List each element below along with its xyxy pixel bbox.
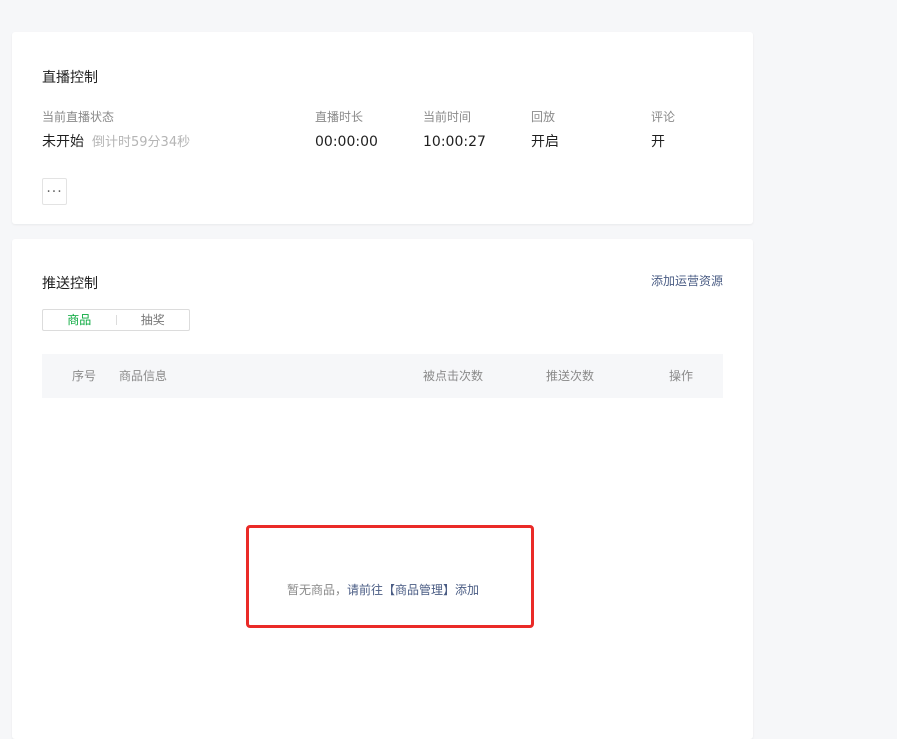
tab-lottery[interactable]: 抽奖 — [117, 310, 190, 330]
col-actions: 操作 — [669, 369, 694, 383]
countdown-text: 倒计时59分34秒 — [92, 135, 191, 150]
live-control-card: 直播控制 当前直播状态 未开始 倒计时59分34秒 直播时长 00:00:00 当… — [12, 32, 753, 224]
stat-current-time: 当前时间 10:00:27 — [423, 110, 486, 150]
push-type-tabs: 商品 抽奖 — [42, 309, 190, 331]
stat-current-time-value: 10:00:27 — [423, 134, 486, 150]
col-click-count: 被点击次数 — [423, 369, 484, 383]
stat-current-time-label: 当前时间 — [423, 110, 472, 124]
tab-product[interactable]: 商品 — [43, 310, 116, 330]
more-icon: ··· — [46, 183, 63, 200]
highlight-box — [246, 525, 534, 628]
stat-live-status-label: 当前直播状态 — [42, 110, 115, 124]
stat-duration-value: 00:00:00 — [315, 134, 378, 150]
stat-live-status: 当前直播状态 未开始 倒计时59分34秒 — [42, 110, 190, 151]
col-product-info: 商品信息 — [119, 369, 168, 383]
stat-replay: 回放 开启 — [531, 110, 559, 150]
stat-comment: 评论 开 — [651, 110, 675, 150]
product-table-header: 序号 商品信息 被点击次数 推送次数 操作 — [42, 354, 723, 398]
col-index: 序号 — [72, 369, 97, 383]
stat-comment-value: 开 — [651, 134, 665, 150]
live-status-text: 未开始 — [42, 134, 84, 150]
more-options-button[interactable]: ··· — [42, 178, 67, 205]
live-control-title: 直播控制 — [42, 70, 98, 86]
push-control-card: 推送控制 添加运营资源 商品 抽奖 序号 商品信息 被点击次数 推送次数 操作 … — [12, 239, 753, 739]
stat-duration-label: 直播时长 — [315, 110, 364, 124]
push-control-title: 推送控制 — [42, 276, 98, 292]
stat-live-status-value: 未开始 倒计时59分34秒 — [42, 134, 190, 151]
stat-duration: 直播时长 00:00:00 — [315, 110, 378, 150]
stat-replay-value: 开启 — [531, 134, 559, 150]
stat-replay-label: 回放 — [531, 110, 556, 124]
stat-comment-label: 评论 — [651, 110, 676, 124]
add-resource-link[interactable]: 添加运营资源 — [651, 272, 723, 289]
col-push-count: 推送次数 — [546, 369, 595, 383]
